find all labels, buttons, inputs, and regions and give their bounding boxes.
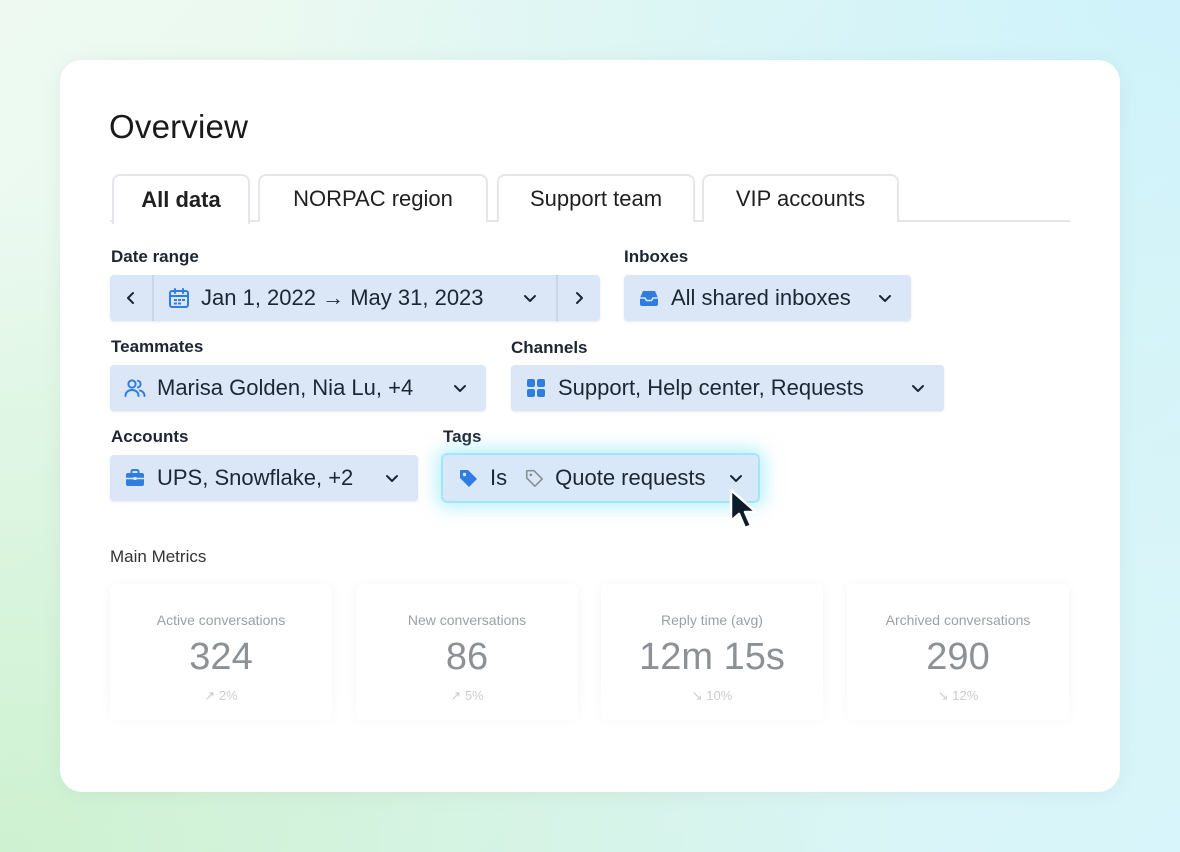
metric-delta: ↗ 2% xyxy=(204,688,238,703)
metric-delta: ↗ 5% xyxy=(450,688,484,703)
metric-value: 324 xyxy=(189,636,253,678)
tags-operator: Is xyxy=(490,465,508,490)
metric-name: Reply time (avg) xyxy=(661,612,763,628)
tab-vip-accounts[interactable]: VIP accounts xyxy=(702,174,899,222)
briefcase-icon xyxy=(124,467,146,489)
tab-label: VIP accounts xyxy=(735,186,866,211)
overview-card: Overview All data NORPAC region Support … xyxy=(60,60,1120,792)
metric-card-new[interactable]: New conversations 86 ↗ 5% xyxy=(356,584,578,720)
inboxes-dropdown[interactable]: All shared inboxes xyxy=(624,275,911,321)
tags-value: Quote requests xyxy=(555,465,706,490)
metric-name: Archived conversations xyxy=(885,612,1031,628)
inbox-icon xyxy=(638,287,660,309)
metric-delta: ↘ 12% xyxy=(937,688,979,703)
teammates-value: Marisa Golden, Nia Lu, +4 xyxy=(157,375,414,400)
tab-bar: All data NORPAC region Support team VIP … xyxy=(110,174,1070,224)
metric-value: 290 xyxy=(926,636,990,678)
channels-value: Support, Help center, Requests xyxy=(558,375,864,400)
teammates-label: Teammates xyxy=(111,337,204,356)
chevron-down-icon xyxy=(910,380,926,396)
date-range-dropdown[interactable]: Jan 1, 2022 → May 31, 2023 xyxy=(154,275,556,321)
chevron-right-icon xyxy=(576,292,583,304)
date-range-label: Date range xyxy=(111,247,199,266)
chevron-down-icon xyxy=(384,470,400,486)
main-metrics-label: Main Metrics xyxy=(110,547,207,566)
accounts-dropdown[interactable]: UPS, Snowflake, +2 xyxy=(110,455,418,501)
chevron-left-icon xyxy=(127,292,134,304)
tags-dropdown[interactable]: Is Quote requests xyxy=(443,455,758,501)
chevron-down-icon xyxy=(877,290,893,306)
mouse-cursor-icon xyxy=(729,488,758,530)
tab-label: Support team xyxy=(529,186,663,211)
tag-outline-icon xyxy=(523,467,545,489)
metric-card-active[interactable]: Active conversations 324 ↗ 2% xyxy=(110,584,332,720)
users-icon xyxy=(124,377,146,399)
date-next-button[interactable] xyxy=(556,275,600,321)
inboxes-label: Inboxes xyxy=(624,247,689,266)
tab-label: NORPAC region xyxy=(293,186,453,211)
date-range-value: Jan 1, 2022 → May 31, 2023 xyxy=(201,285,484,310)
metric-value: 86 xyxy=(445,636,489,678)
date-prev-button[interactable] xyxy=(110,275,154,321)
metric-name: Active conversations xyxy=(156,612,286,628)
calendar-icon xyxy=(168,287,190,309)
accounts-label: Accounts xyxy=(111,427,189,446)
tab-label: All data xyxy=(141,187,221,212)
tab-support-team[interactable]: Support team xyxy=(497,174,695,222)
tag-icon xyxy=(457,467,479,489)
inboxes-value: All shared inboxes xyxy=(671,285,851,310)
tab-all-data[interactable]: All data xyxy=(112,174,250,224)
chevron-down-icon xyxy=(452,380,468,396)
date-range-picker: Jan 1, 2022 → May 31, 2023 xyxy=(110,275,600,321)
tags-label: Tags xyxy=(443,427,482,446)
metric-value: 12m 15s xyxy=(639,636,785,678)
metric-name: New conversations xyxy=(407,612,527,628)
metric-card-archived[interactable]: Archived conversations 290 ↘ 12% xyxy=(847,584,1069,720)
channels-dropdown[interactable]: Support, Help center, Requests xyxy=(511,365,944,411)
chevron-down-icon xyxy=(728,470,744,486)
grid-icon xyxy=(525,377,547,399)
tab-norpac-region[interactable]: NORPAC region xyxy=(258,174,488,222)
metric-delta: ↘ 10% xyxy=(691,688,733,703)
channels-label: Channels xyxy=(511,338,588,357)
accounts-value: UPS, Snowflake, +2 xyxy=(157,465,354,490)
metric-card-reply-time[interactable]: Reply time (avg) 12m 15s ↘ 10% xyxy=(601,584,823,720)
chevron-down-icon xyxy=(522,290,538,306)
teammates-dropdown[interactable]: Marisa Golden, Nia Lu, +4 xyxy=(110,365,486,411)
page-title: Overview xyxy=(109,108,249,145)
